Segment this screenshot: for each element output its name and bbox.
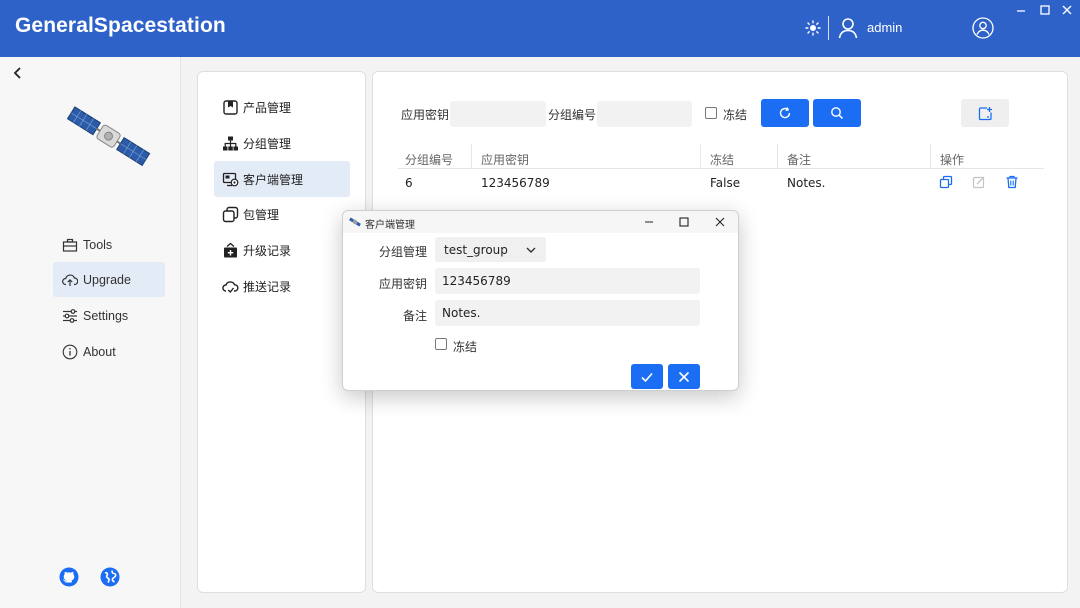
column-header-notes[interactable]: 备注 — [787, 151, 811, 168]
submenu-item-label: 客户端管理 — [243, 172, 304, 187]
cell-app-key: 123456789 — [481, 176, 550, 190]
app-key-field-label: 应用密钥 — [378, 277, 427, 291]
submenu-item-package[interactable]: 包管理 — [214, 196, 350, 232]
sidebar-item-tools[interactable]: Tools — [53, 227, 165, 262]
cell-frozen: False — [710, 176, 741, 190]
submenu-item-label: 包管理 — [243, 207, 280, 222]
group-field-label: 分组管理 — [378, 245, 427, 259]
sidebar-item-settings[interactable]: Settings — [53, 298, 165, 333]
submenu-item-label: 分组管理 — [243, 136, 292, 151]
dialog-minimize-button[interactable] — [642, 215, 656, 229]
sidebar-item-label: About — [83, 344, 116, 359]
frozen-checkbox[interactable] — [435, 338, 447, 350]
column-header-app-key[interactable]: 应用密钥 — [481, 151, 529, 168]
app-key-field-value: 123456789 — [442, 274, 511, 288]
cloud-upload-icon — [62, 272, 78, 288]
table-header-divider — [398, 168, 1044, 169]
push-record-icon — [222, 278, 239, 295]
column-separator — [700, 144, 701, 168]
submenu-item-label: 推送记录 — [243, 279, 292, 294]
submenu-item-group[interactable]: 分组管理 — [214, 125, 350, 161]
edit-icon[interactable] — [972, 175, 986, 189]
submenu-item-client[interactable]: 客户端管理 — [214, 161, 350, 197]
confirm-button[interactable] — [631, 364, 663, 389]
sidebar: Tools Upgrade Settings About — [0, 57, 181, 608]
chevron-down-icon — [526, 247, 536, 253]
toolbox-icon — [62, 237, 78, 253]
account-circle-icon[interactable] — [972, 17, 994, 39]
group-id-filter-label: 分组编号 — [548, 108, 597, 122]
group-select-value: test_group — [444, 242, 508, 257]
frozen-filter-label: 冻结 — [723, 108, 748, 122]
sidebar-item-label: Upgrade — [83, 272, 131, 287]
app-titlebar: GeneralSpacestation admin — [0, 0, 1080, 57]
submenu-item-label: 升级记录 — [243, 243, 292, 258]
sidebar-item-label: Tools — [83, 237, 113, 252]
sliders-icon — [62, 308, 78, 324]
upgrade-submenu: 产品管理 分组管理 客户端管理 包管理 升级记录 推送记录 — [197, 71, 366, 593]
add-client-button[interactable] — [961, 99, 1009, 127]
client-icon — [222, 171, 239, 188]
notes-field[interactable]: Notes. — [435, 300, 700, 326]
submenu-item-push-record[interactable]: 推送记录 — [214, 268, 350, 304]
client-edit-dialog: 客户端管理 分组管理 test_group 应用密钥 123456789 备注 … — [342, 210, 739, 391]
app-key-field[interactable]: 123456789 — [435, 268, 700, 294]
notes-field-value: Notes. — [442, 306, 481, 320]
cell-group-id: 6 — [405, 176, 413, 190]
column-header-frozen[interactable]: 冻结 — [710, 151, 734, 168]
refresh-icon — [779, 107, 791, 119]
app-title: GeneralSpacestation — [15, 14, 226, 37]
frozen-filter-checkbox[interactable] — [705, 107, 717, 119]
sidebar-item-about[interactable]: About — [53, 334, 165, 369]
sidebar-item-upgrade[interactable]: Upgrade — [53, 262, 165, 297]
dialog-title: 客户端管理 — [365, 220, 415, 231]
check-icon — [641, 372, 653, 382]
dialog-maximize-button[interactable] — [677, 215, 691, 229]
sun-icon — [805, 20, 821, 36]
window-maximize-button[interactable] — [1038, 3, 1052, 17]
delete-icon[interactable] — [1005, 175, 1019, 189]
sidebar-item-label: Settings — [83, 308, 129, 323]
refresh-button[interactable] — [761, 99, 809, 127]
theme-toggle-button[interactable] — [803, 18, 823, 38]
submenu-item-upgrade-record[interactable]: 升级记录 — [214, 232, 350, 268]
column-separator — [930, 144, 931, 168]
cell-notes: Notes. — [787, 176, 826, 190]
package-icon — [222, 206, 239, 223]
group-select[interactable]: test_group — [435, 237, 546, 262]
satellite-small-icon — [349, 217, 361, 227]
github-icon[interactable] — [59, 567, 79, 587]
copy-icon[interactable] — [939, 175, 953, 189]
column-header-actions: 操作 — [940, 153, 965, 167]
cancel-button[interactable] — [668, 364, 700, 389]
search-button[interactable] — [813, 99, 861, 127]
window-minimize-button[interactable] — [1014, 3, 1028, 17]
user-icon[interactable] — [838, 17, 858, 39]
add-icon — [978, 106, 992, 120]
info-icon — [62, 344, 78, 360]
titlebar-divider — [828, 16, 829, 40]
column-header-group-id[interactable]: 分组编号 — [405, 151, 453, 168]
app-key-filter-label: 应用密钥 — [401, 108, 450, 122]
frozen-checkbox-label: 冻结 — [453, 340, 478, 354]
dialog-close-button[interactable] — [713, 215, 727, 229]
user-name[interactable]: admin — [867, 20, 902, 35]
notes-field-label: 备注 — [402, 309, 427, 323]
window-close-button[interactable] — [1060, 3, 1074, 17]
back-chevron-icon[interactable] — [10, 65, 26, 81]
search-icon — [831, 107, 844, 120]
upgrade-record-icon — [222, 242, 239, 259]
product-icon — [222, 99, 239, 116]
submenu-item-label: 产品管理 — [243, 100, 292, 115]
group-id-filter-input[interactable] — [597, 101, 692, 127]
satellite-logo — [66, 106, 151, 167]
submenu-item-product[interactable]: 产品管理 — [214, 89, 350, 125]
app-key-filter-input[interactable] — [450, 101, 546, 127]
column-separator — [471, 144, 472, 168]
close-icon — [678, 371, 690, 382]
dialog-titlebar[interactable]: 客户端管理 — [343, 211, 738, 233]
globe-icon[interactable] — [100, 567, 120, 587]
column-separator — [777, 144, 778, 168]
hierarchy-icon — [222, 135, 239, 152]
